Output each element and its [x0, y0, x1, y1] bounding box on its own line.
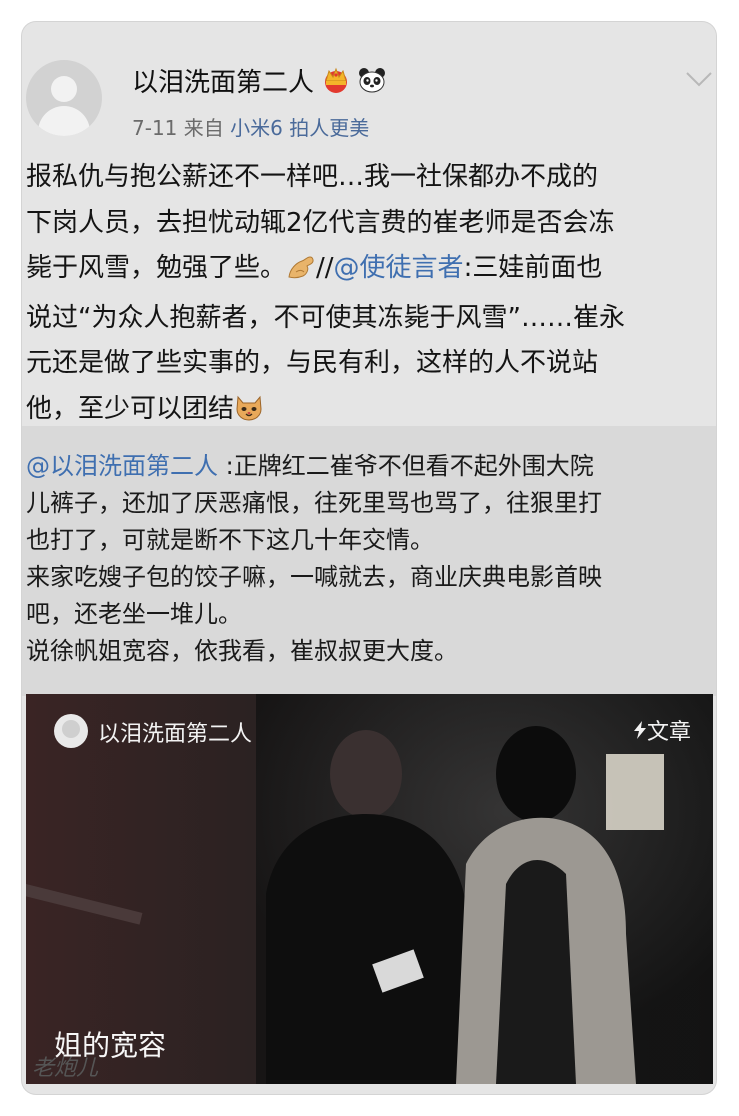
- source-prefix: 来自: [183, 116, 224, 140]
- retweeted-post-text: :正牌红二崔爷不但看不起外围大院 儿裤子，还加了厌恶痛恨，往死里骂也骂了，往狠里…: [26, 452, 602, 665]
- panda-icon: [358, 67, 386, 100]
- article-type-text: 文章: [646, 720, 691, 745]
- retweeted-post[interactable]: @以泪洗面第二人 :正牌红二崔爷不但看不起外围大院 儿裤子，还加了厌恶痛恨，往死…: [22, 426, 716, 696]
- crown-icon: [322, 67, 350, 100]
- article-author-name: 以泪洗面第二人: [98, 722, 253, 747]
- article-author-avatar: [54, 714, 88, 748]
- username-row: 以泪洗面第二人: [132, 62, 386, 100]
- article-card[interactable]: 以泪洗面第二人 文章 姐的宽容 老炮儿: [26, 694, 713, 1084]
- source-device-link[interactable]: 小米6 拍人更美: [230, 116, 369, 140]
- article-type-label: 文章: [633, 714, 691, 746]
- lightning-icon: [633, 720, 647, 745]
- flexed-arm-emoji: [286, 250, 316, 296]
- movie-watermark: 老炮儿: [32, 1056, 99, 1081]
- chevron-down-icon[interactable]: [686, 72, 712, 92]
- weibo-card: 以泪洗面第二人 7-11 来自 小米6 拍人更美 报私仇与抱公薪还不一样吧…我一…: [22, 22, 716, 1094]
- avatar-placeholder-head: [51, 76, 77, 102]
- avatar-placeholder-body: [38, 106, 90, 136]
- post-date: 7-11: [132, 116, 178, 140]
- post-body: 报私仇与抱公薪还不一样吧…我一社保都办不成的 下岗人员，去担忧动辄2亿代言费的崔…: [26, 155, 706, 436]
- retweeted-post-body: @以泪洗面第二人 :正牌红二崔爷不但看不起外围大院 儿裤子，还加了厌恶痛恨，往死…: [26, 448, 712, 670]
- post-meta: 7-11 来自 小米6 拍人更美: [132, 112, 369, 141]
- avatar[interactable]: [26, 60, 102, 136]
- retweeted-author-link[interactable]: @以泪洗面第二人: [26, 452, 218, 480]
- mention-link[interactable]: @使徒言者: [334, 253, 464, 283]
- username[interactable]: 以泪洗面第二人: [132, 68, 314, 98]
- repost-separator: //: [316, 253, 334, 283]
